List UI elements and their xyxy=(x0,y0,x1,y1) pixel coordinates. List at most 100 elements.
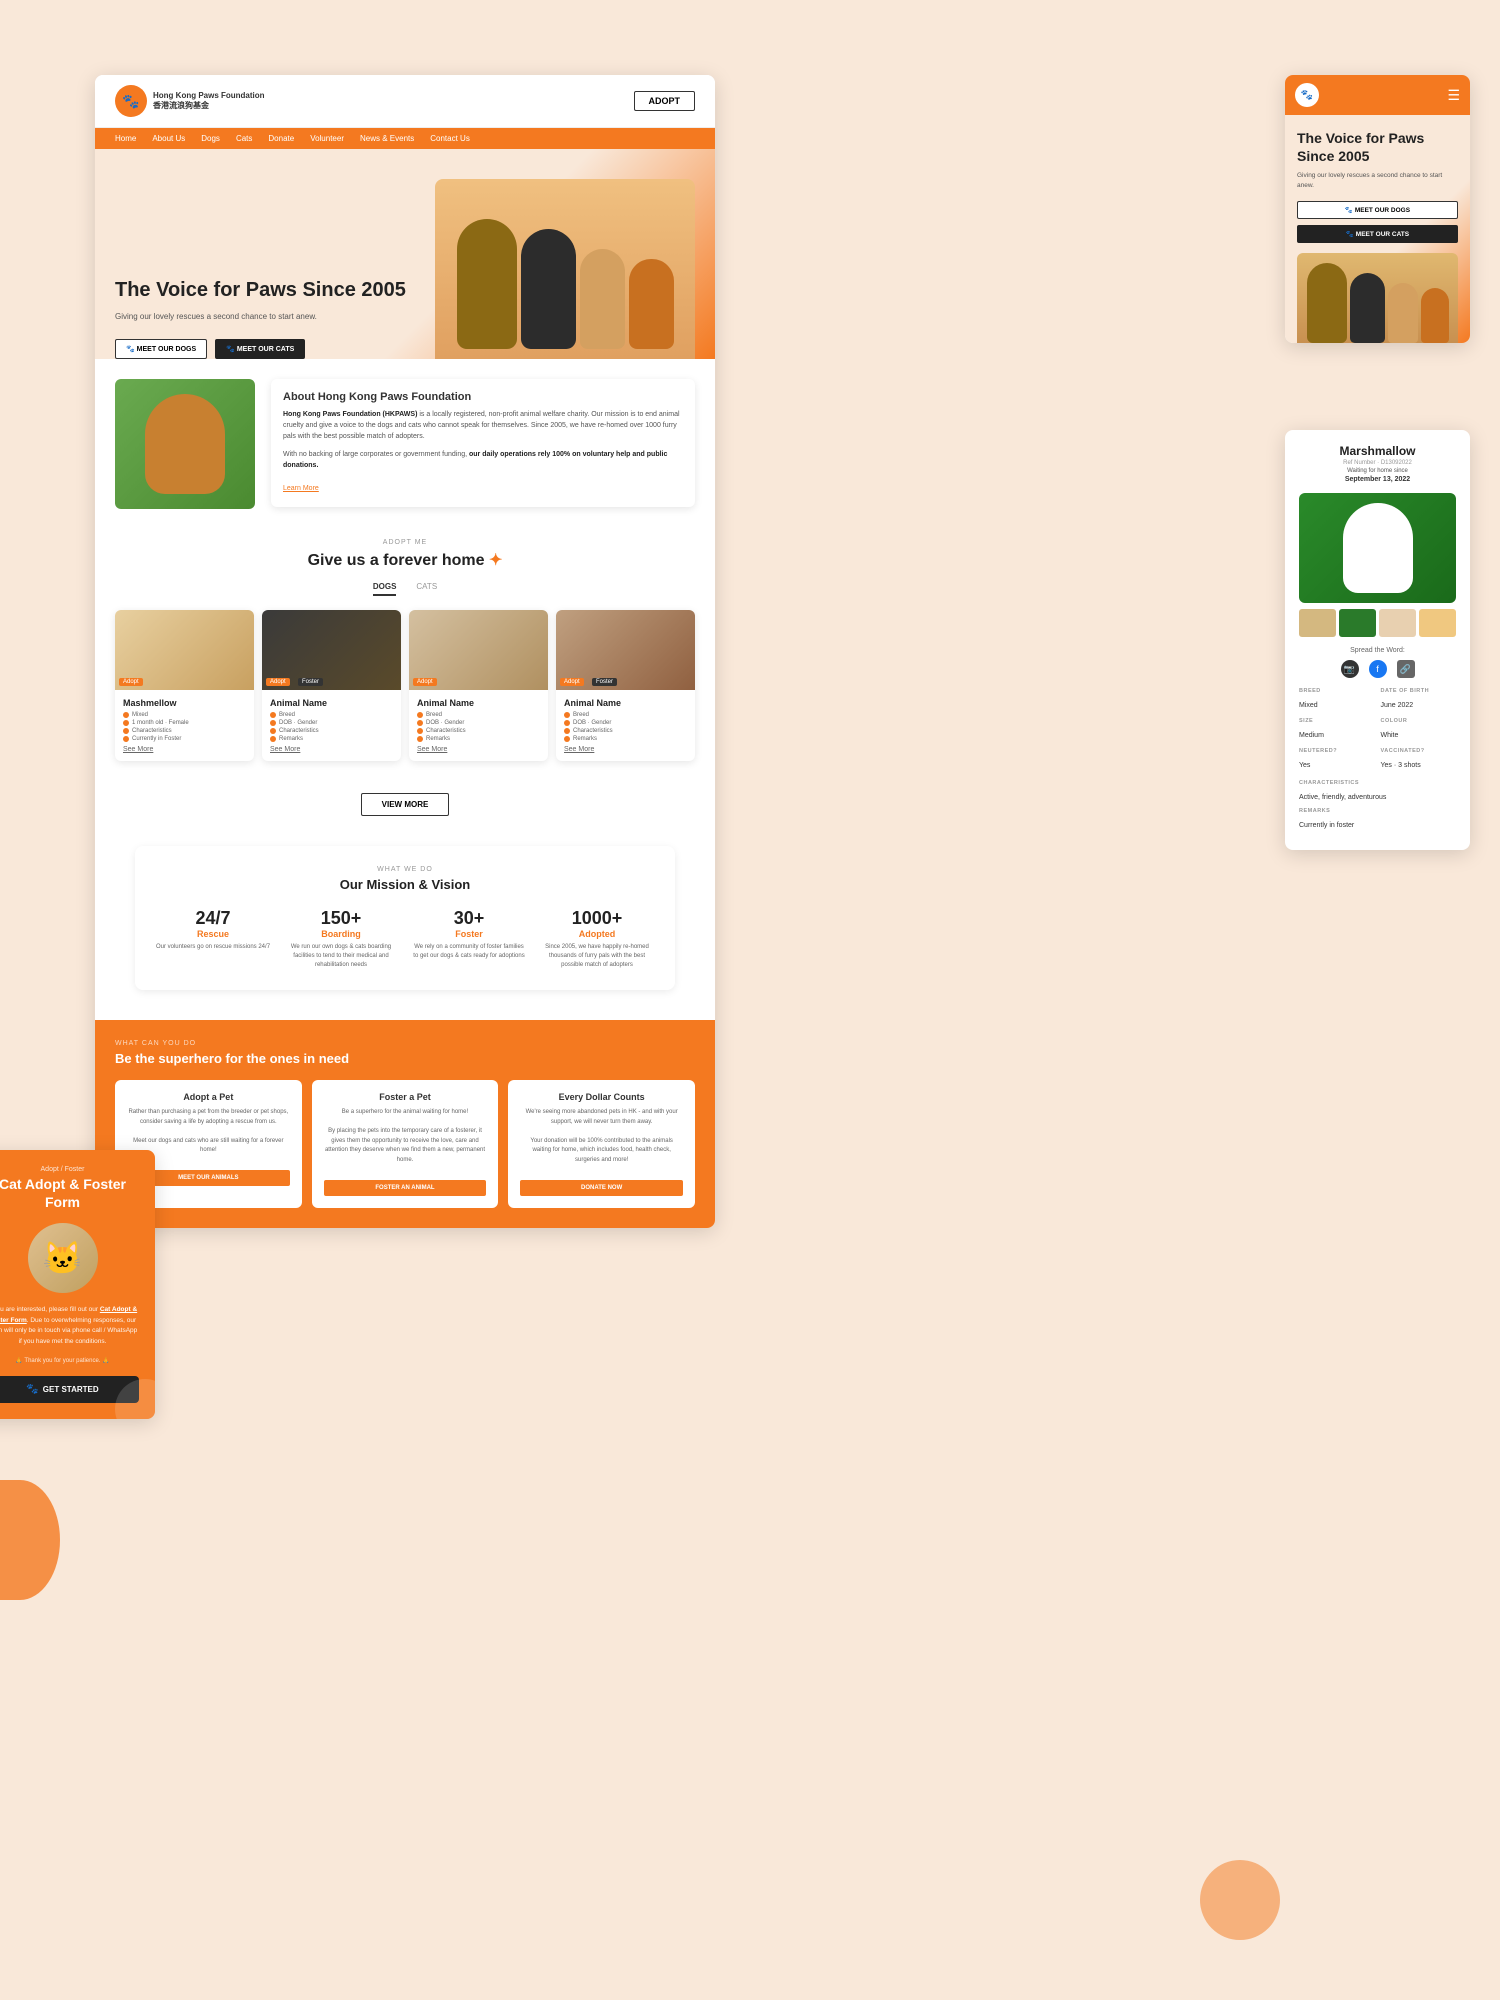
mobile-meet-dogs-btn[interactable]: 🐾 MEET OUR DOGS xyxy=(1297,201,1458,219)
mobile-hero-title: The Voice for Paws Since 2005 xyxy=(1297,129,1458,165)
profile-ref: Ref Number · D13092022 xyxy=(1299,460,1456,466)
stat-desc-boarding: We run our own dogs & cats boarding faci… xyxy=(283,943,399,970)
tab-cats[interactable]: CATS xyxy=(416,582,437,596)
logo-icon: 🐾 xyxy=(115,85,147,117)
logo: 🐾 Hong Kong Paws Foundation 香港流浪狗基金 xyxy=(115,85,265,117)
animal-photo-1: Adopt xyxy=(115,610,254,690)
stat-number-foster: 30+ xyxy=(411,908,527,929)
foster-badge-2: Foster xyxy=(298,678,323,686)
meet-cats-button[interactable]: 🐾 MEET OUR CATS xyxy=(215,339,305,359)
nav-volunteer[interactable]: Volunteer xyxy=(310,134,344,143)
stat-label-boarding: Boarding xyxy=(283,929,399,939)
foster-animal-button[interactable]: FOSTER AN ANIMAL xyxy=(324,1180,487,1196)
superhero-header: WHAT CAN YOU DO Be the superhero for the… xyxy=(115,1040,695,1066)
adopt-me-label: ADOPT ME xyxy=(115,539,695,546)
link-icon[interactable]: 🔗 xyxy=(1397,660,1415,678)
logo-text: Hong Kong Paws Foundation 香港流浪狗基金 xyxy=(153,91,265,112)
mobile-profile-view: Marshmallow Ref Number · D13092022 Waiti… xyxy=(1285,430,1470,850)
about-dog xyxy=(145,394,225,494)
nav-news[interactable]: News & Events xyxy=(360,134,414,143)
remarks-detail-1: Currently in Foster xyxy=(123,736,246,742)
about-text1: Hong Kong Paws Foundation (HKPAWS) is a … xyxy=(283,409,683,443)
sparkle-icon: ✦ xyxy=(489,552,502,569)
detail-size: SIZE Medium xyxy=(1299,718,1375,742)
foster-card: Foster a Pet Be a superhero for the anim… xyxy=(312,1080,499,1208)
profile-date: September 13, 2022 xyxy=(1299,476,1456,483)
stat-number-rescue: 24/7 xyxy=(155,908,271,929)
stat-desc-adopted: Since 2005, we have happily re-homed tho… xyxy=(539,943,655,970)
mobile-foster-view: Adopt / Foster Cat Adopt & Foster Form 🐱… xyxy=(0,1150,155,1419)
see-more-link-1[interactable]: See More xyxy=(123,746,246,753)
see-more-link-4[interactable]: See More xyxy=(564,746,687,753)
nav-home[interactable]: Home xyxy=(115,134,136,143)
mobile-hero-body: The Voice for Paws Since 2005 Giving our… xyxy=(1285,115,1470,343)
animal-card-2: Adopt Foster Animal Name Breed DOB · Gen… xyxy=(262,610,401,761)
hamburger-icon[interactable]: ☰ xyxy=(1447,87,1460,104)
hero-buttons: 🐾 MEET OUR DOGS 🐾 MEET OUR CATS xyxy=(115,339,435,359)
see-more-link-3[interactable]: See More xyxy=(417,746,540,753)
about-image xyxy=(115,379,255,509)
view-more-button[interactable]: VIEW MORE xyxy=(361,793,450,816)
foster-section-label: Adopt / Foster xyxy=(0,1166,139,1173)
forever-section-wrapper: ADOPT ME Give us a forever home ✦ DOGS C… xyxy=(95,529,715,836)
char-detail-2: Characteristics xyxy=(270,728,393,734)
dob-detail-3: DOB · Gender xyxy=(417,720,540,726)
hero-image-placeholder xyxy=(435,179,695,359)
nav-contact[interactable]: Contact Us xyxy=(430,134,470,143)
adopt-button[interactable]: ADOPT xyxy=(634,91,696,111)
animal-name-1: Mashmellow xyxy=(123,698,246,708)
what-we-do-label: WHAT WE DO xyxy=(155,866,655,873)
foster-card-text: Be a superhero for the animal waiting fo… xyxy=(324,1108,487,1166)
detail-remarks: REMARKS Currently in foster xyxy=(1299,808,1456,832)
stat-desc-rescue: Our volunteers go on rescue missions 24/… xyxy=(155,943,271,952)
foster-badge-4: Foster xyxy=(592,678,617,686)
remarks-detail-3: Remarks xyxy=(417,736,540,742)
social-icons: 📷 f 🔗 xyxy=(1299,660,1456,678)
animal-group xyxy=(447,179,684,359)
animal-name-3: Animal Name xyxy=(417,698,540,708)
nav-cats[interactable]: Cats xyxy=(236,134,252,143)
nav-dogs[interactable]: Dogs xyxy=(201,134,220,143)
remarks-detail-4: Remarks xyxy=(564,736,687,742)
adopt-badge-3: Adopt xyxy=(413,678,437,686)
see-more-link-2[interactable]: See More xyxy=(270,746,393,753)
mobile-meet-cats-btn[interactable]: 🐾 MEET OUR CATS xyxy=(1297,225,1458,243)
thumb-1[interactable] xyxy=(1299,609,1336,637)
animal-info-1: Mashmellow Mixed 1 month old · Female Ch… xyxy=(115,690,254,761)
char-detail-1: Characteristics xyxy=(123,728,246,734)
nav-about[interactable]: About Us xyxy=(152,134,185,143)
char-detail-3: Characteristics xyxy=(417,728,540,734)
foster-note: 🙏 Thank you for your patience. 🙏 xyxy=(0,1357,139,1364)
mobile-hero-view: 🐾 ☰ The Voice for Paws Since 2005 Giving… xyxy=(1285,75,1470,343)
animal-card-3: Adopt Animal Name Breed DOB · Gender xyxy=(409,610,548,761)
nav-donate[interactable]: Donate xyxy=(268,134,294,143)
detail-colour: COLOUR White xyxy=(1381,718,1457,742)
donate-button[interactable]: DONATE NOW xyxy=(520,1180,683,1196)
stat-number-boarding: 150+ xyxy=(283,908,399,929)
mobile-header: 🐾 ☰ xyxy=(1285,75,1470,115)
animal-info-2: Animal Name Breed DOB · Gender Character… xyxy=(262,690,401,761)
tab-dogs[interactable]: DOGS xyxy=(373,582,397,596)
animal-card-mashmellow: Adopt Mashmellow Mixed 1 month old · Fem… xyxy=(115,610,254,761)
m-cat2 xyxy=(1421,288,1449,343)
animal-card-4: Adopt Foster Animal Name Breed DOB · Gen… xyxy=(556,610,695,761)
detail-characteristics: CHARACTERISTICS Active, friendly, advent… xyxy=(1299,780,1456,804)
breed-detail-1: Mixed xyxy=(123,712,246,718)
facebook-icon[interactable]: f xyxy=(1369,660,1387,678)
animal-photo-2: Adopt Foster xyxy=(262,610,401,690)
thumb-2[interactable] xyxy=(1339,609,1376,637)
forever-title: Give us a forever home ✦ xyxy=(115,550,695,570)
hero-image xyxy=(435,179,695,359)
thumb-4[interactable] xyxy=(1419,609,1456,637)
foster-form-title: Cat Adopt & Foster Form xyxy=(0,1175,139,1211)
mobile-hero-subtitle: Giving our lovely rescues a second chanc… xyxy=(1297,171,1458,191)
instagram-icon[interactable]: 📷 xyxy=(1341,660,1359,678)
learn-more-link[interactable]: Learn More xyxy=(283,485,319,492)
breed-detail-2: Breed xyxy=(270,712,393,718)
superhero-cards: Adopt a Pet Rather than purchasing a pet… xyxy=(115,1080,695,1208)
thumb-3[interactable] xyxy=(1379,609,1416,637)
m-dog2 xyxy=(1350,273,1385,343)
m-dog1 xyxy=(1307,263,1347,343)
foster-description: If you are interested, please fill out o… xyxy=(0,1305,139,1347)
meet-dogs-button[interactable]: 🐾 MEET OUR DOGS xyxy=(115,339,207,359)
